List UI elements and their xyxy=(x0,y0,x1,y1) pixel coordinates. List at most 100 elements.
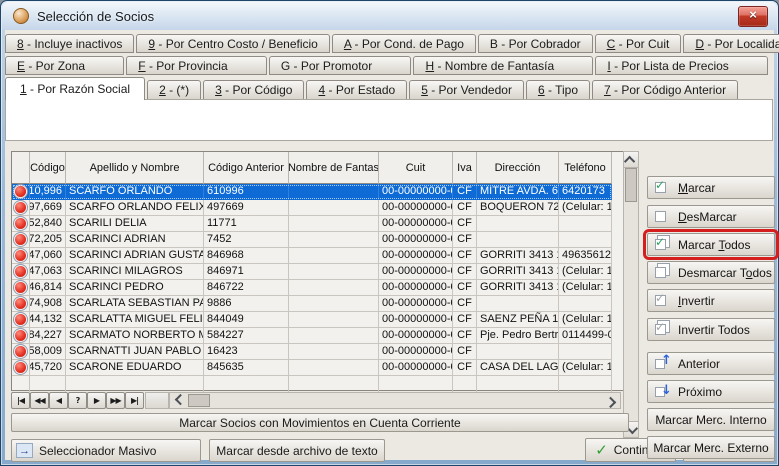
cell-direccion xyxy=(477,296,559,312)
tab-1-por-razon-social[interactable]: 1 - Por Razón Social xyxy=(5,77,145,100)
tab-8-incluye-inactivos[interactable]: 8 - Incluye inactivos xyxy=(5,34,134,53)
tab-f-por-provincia[interactable]: F - Por Provincia xyxy=(126,56,267,75)
tab-3-por-codigo[interactable]: 3 - Por Código xyxy=(203,80,304,100)
cell-direccion: GORRITI 3413 1 xyxy=(477,248,559,264)
marcar-button[interactable]: Marcar xyxy=(647,176,775,199)
table-row[interactable]: 858,009SCARNATTI JUAN PABLO1642300-00000… xyxy=(12,344,612,360)
table-row[interactable]: 852,840SCARILI DELIA1177100-00000000-0CF xyxy=(12,216,612,232)
cell-anterior: 9886 xyxy=(204,296,289,312)
marcar-desde-archivo-button[interactable]: Marcar desde archivo de texto xyxy=(209,439,385,462)
marcar-merc-externo-button[interactable]: Marcar Merc. Externo xyxy=(647,436,775,459)
cell-anterior: 844049 xyxy=(204,312,289,328)
vertical-scrollbar[interactable] xyxy=(623,151,639,438)
seleccionador-masivo-button[interactable]: → Seleccionador Masivo xyxy=(11,439,201,462)
nav-search-button[interactable]: ? xyxy=(68,392,87,409)
tab-a-por-cond-de-pago[interactable]: A - Por Cond. de Pago xyxy=(332,34,476,53)
desmarcar-todos-button[interactable]: Desmarcar Todos xyxy=(647,261,775,284)
invertir-todos-button[interactable]: Invertir Todos xyxy=(647,318,775,341)
record-indicator-cell xyxy=(12,328,30,344)
title-bar: Selección de Socios × xyxy=(2,2,777,30)
record-dot-icon xyxy=(15,282,26,293)
tab-row-2: E - Por ZonaF - Por ProvinciaG - Por Pro… xyxy=(5,55,770,77)
tab-e-por-zona[interactable]: E - Por Zona xyxy=(5,56,124,75)
cell-nombre: SCARINCI ADRIAN GUSTA xyxy=(66,248,204,264)
cell-anterior: 11771 xyxy=(204,216,289,232)
column-header-iva[interactable]: Iva xyxy=(453,152,477,184)
tab-6-tipo[interactable]: 6 - Tipo xyxy=(526,80,590,100)
cell-telefono: (Celular: 1554 xyxy=(559,360,612,376)
close-button[interactable]: × xyxy=(738,6,768,27)
column-header-telefono[interactable]: Teléfono xyxy=(559,152,612,184)
table-row[interactable]: 845,720SCARONE EDUARDO84563500-00000000-… xyxy=(12,360,612,376)
cell-telefono: 6420173 xyxy=(559,184,612,200)
nav-first-button[interactable]: |◀ xyxy=(11,392,30,409)
table-row[interactable]: 847,063SCARINCI MILAGROS84697100-0000000… xyxy=(12,264,612,280)
cell-direccion: Pje. Pedro Bertre xyxy=(477,328,559,344)
grid-body: 610,996SCARFO ORLANDO61099600-00000000-0… xyxy=(12,184,612,392)
cell-fantasia xyxy=(289,328,379,344)
cell-fantasia xyxy=(289,344,379,360)
column-header-codigo-anterior[interactable]: Código Anterior xyxy=(204,152,289,184)
cell-direccion: BOQUERON 72 xyxy=(477,200,559,216)
marcar-merc-interno-button[interactable]: Marcar Merc. Interno xyxy=(647,408,775,431)
nav-prior-page-button[interactable]: ◀◀ xyxy=(30,392,49,409)
desmarcar-button[interactable]: DesMarcar xyxy=(647,205,775,228)
column-header-codigo[interactable]: Código xyxy=(30,152,66,184)
table-row[interactable]: 846,814SCARINCI PEDRO84672200-00000000-0… xyxy=(12,280,612,296)
table-row[interactable]: 874,908SCARLATA SEBASTIAN PA988600-00000… xyxy=(12,296,612,312)
table-row[interactable]: 847,060SCARINCI ADRIAN GUSTA84696800-000… xyxy=(12,248,612,264)
scroll-up-button[interactable] xyxy=(624,152,638,168)
cell-iva: CF xyxy=(453,184,477,200)
tab-4-por-estado[interactable]: 4 - Por Estado xyxy=(306,80,407,100)
column-header-apellido-y-nombre[interactable]: Apellido y Nombre xyxy=(66,152,204,184)
cell-anterior: 610996 xyxy=(204,184,289,200)
table-row[interactable]: 844,132SCARLATTA MIGUEL FELI84404900-000… xyxy=(12,312,612,328)
cell-telefono: (Celular: 15-6 xyxy=(559,264,612,280)
marcar-movimientos-cc-button[interactable]: Marcar Socios con Movimientos en Cuenta … xyxy=(11,413,629,432)
tab-h-nombre-de-fantasia[interactable]: H - Nombre de Fantasía xyxy=(413,56,593,75)
column-header-direccion[interactable]: Dirección xyxy=(477,152,559,184)
search-edit[interactable] xyxy=(5,99,773,141)
horizontal-scrollbar[interactable] xyxy=(169,392,621,409)
scroll-right-button[interactable] xyxy=(604,393,619,408)
table-row[interactable]: 610,996SCARFO ORLANDO61099600-00000000-0… xyxy=(12,184,612,200)
record-indicator-cell xyxy=(12,184,30,200)
nav-last-button[interactable]: ▶| xyxy=(125,392,144,409)
cell-direccion: GORRITI 3413 1 xyxy=(477,280,559,296)
cell-fantasia xyxy=(289,200,379,216)
tab-d-por-localidad[interactable]: D - Por Localidad xyxy=(683,34,779,53)
cell-cuit: 00-00000000-0 xyxy=(379,344,453,360)
scroll-left-button[interactable] xyxy=(171,393,186,408)
tab-i-por-lista-de-precios[interactable]: I - Por Lista de Precios xyxy=(595,56,768,75)
tab-9-por-centro-costo-beneficio[interactable]: 9 - Por Centro Costo / Beneficio xyxy=(136,34,329,53)
nav-prior-button[interactable]: ◀ xyxy=(49,392,68,409)
horizontal-scroll-thumb[interactable] xyxy=(188,394,210,407)
tab-g-por-promotor[interactable]: G - Por Promotor xyxy=(269,56,412,75)
tab-7-por-codigo-anterior[interactable]: 7 - Por Código Anterior xyxy=(592,80,738,100)
anterior-button[interactable]: Anterior xyxy=(647,352,775,375)
nav-next-button[interactable]: ▶ xyxy=(87,392,106,409)
proximo-button[interactable]: Próximo xyxy=(647,380,775,403)
tab-5-por-vendedor[interactable]: 5 - Por Vendedor xyxy=(409,80,524,100)
cell-telefono xyxy=(559,296,612,312)
record-dot-icon xyxy=(15,330,26,341)
cell-anterior: 16423 xyxy=(204,344,289,360)
table-row[interactable]: 872,205SCARINCI ADRIAN745200-00000000-0C… xyxy=(12,232,612,248)
arrow-up-icon xyxy=(655,356,671,371)
vertical-scroll-thumb[interactable] xyxy=(625,168,637,202)
nav-next-page-button[interactable]: ▶▶ xyxy=(106,392,125,409)
column-header-indicator[interactable] xyxy=(12,152,30,184)
table-row[interactable]: 497,669SCARFO ORLANDO FELIX49766900-0000… xyxy=(12,200,612,216)
record-indicator-cell xyxy=(12,248,30,264)
cell-iva: CF xyxy=(453,248,477,264)
cell-codigo: 858,009 xyxy=(30,344,66,360)
column-header-nombre-de-fantas[interactable]: Nombre de Fantas xyxy=(289,152,379,184)
invertir-button[interactable]: Invertir xyxy=(647,289,775,312)
marcar-todos-button[interactable]: Marcar Todos xyxy=(647,233,775,256)
record-indicator-cell xyxy=(12,344,30,360)
column-header-cuit[interactable]: Cuit xyxy=(379,152,453,184)
table-row[interactable]: 584,227SCARMATO NORBERTO M58422700-00000… xyxy=(12,328,612,344)
tab-2[interactable]: 2 - (*) xyxy=(147,80,201,100)
tab-c-por-cuit[interactable]: C - Por Cuit xyxy=(595,34,682,53)
tab-b-por-cobrador[interactable]: B - Por Cobrador xyxy=(478,34,593,53)
